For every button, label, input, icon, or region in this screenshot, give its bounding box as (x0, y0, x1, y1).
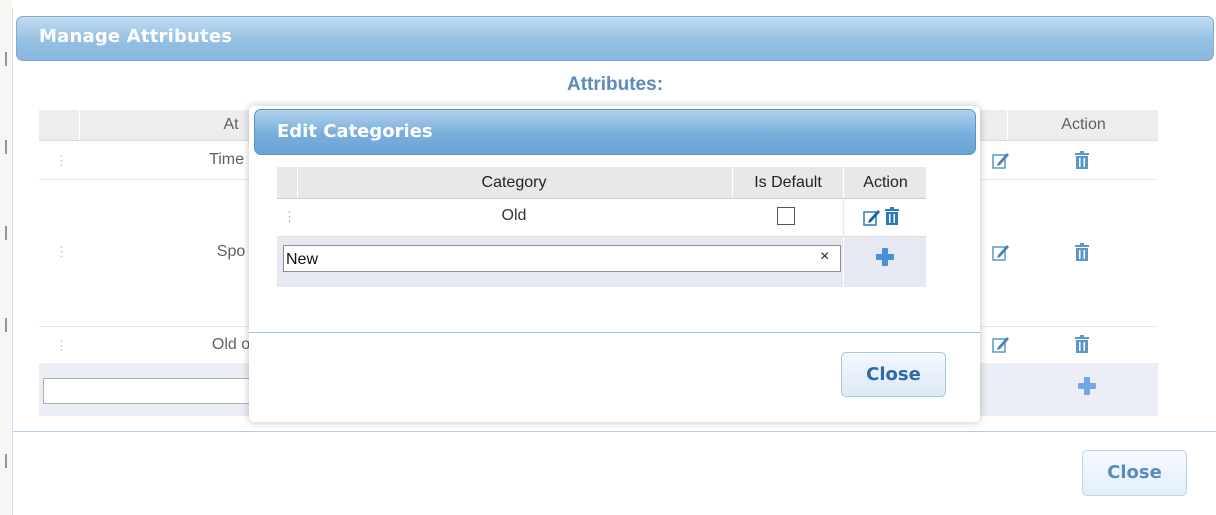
edit-categories-titlebar[interactable]: Edit Categories (254, 109, 976, 155)
new-category-input[interactable] (283, 245, 841, 272)
is-default-checkbox[interactable] (777, 207, 795, 225)
clear-input-icon[interactable]: × (820, 248, 829, 266)
categories-table: Category Is Default Action ⋮ Old × (277, 167, 926, 287)
column-header-action: Action (843, 167, 927, 198)
drag-handle-icon[interactable]: ⋮ (283, 209, 296, 225)
column-header-is-default: Is Default (732, 167, 843, 198)
trash-icon[interactable] (884, 207, 900, 225)
dialog-title: Edit Categories (277, 121, 433, 142)
categories-table-header: Category Is Default Action (277, 167, 926, 199)
edit-categories-dialog: Edit Categories Category Is Default Acti… (249, 106, 980, 422)
add-category-row: × (277, 237, 926, 287)
table-row: ⋮ Old (277, 199, 926, 237)
plus-icon[interactable] (876, 248, 894, 266)
column-header-category: Category (481, 174, 547, 191)
close-button[interactable]: Close (841, 352, 946, 397)
dialog-divider (249, 332, 980, 333)
category-name: Old (501, 207, 527, 224)
pencil-edit-icon[interactable] (862, 207, 882, 227)
